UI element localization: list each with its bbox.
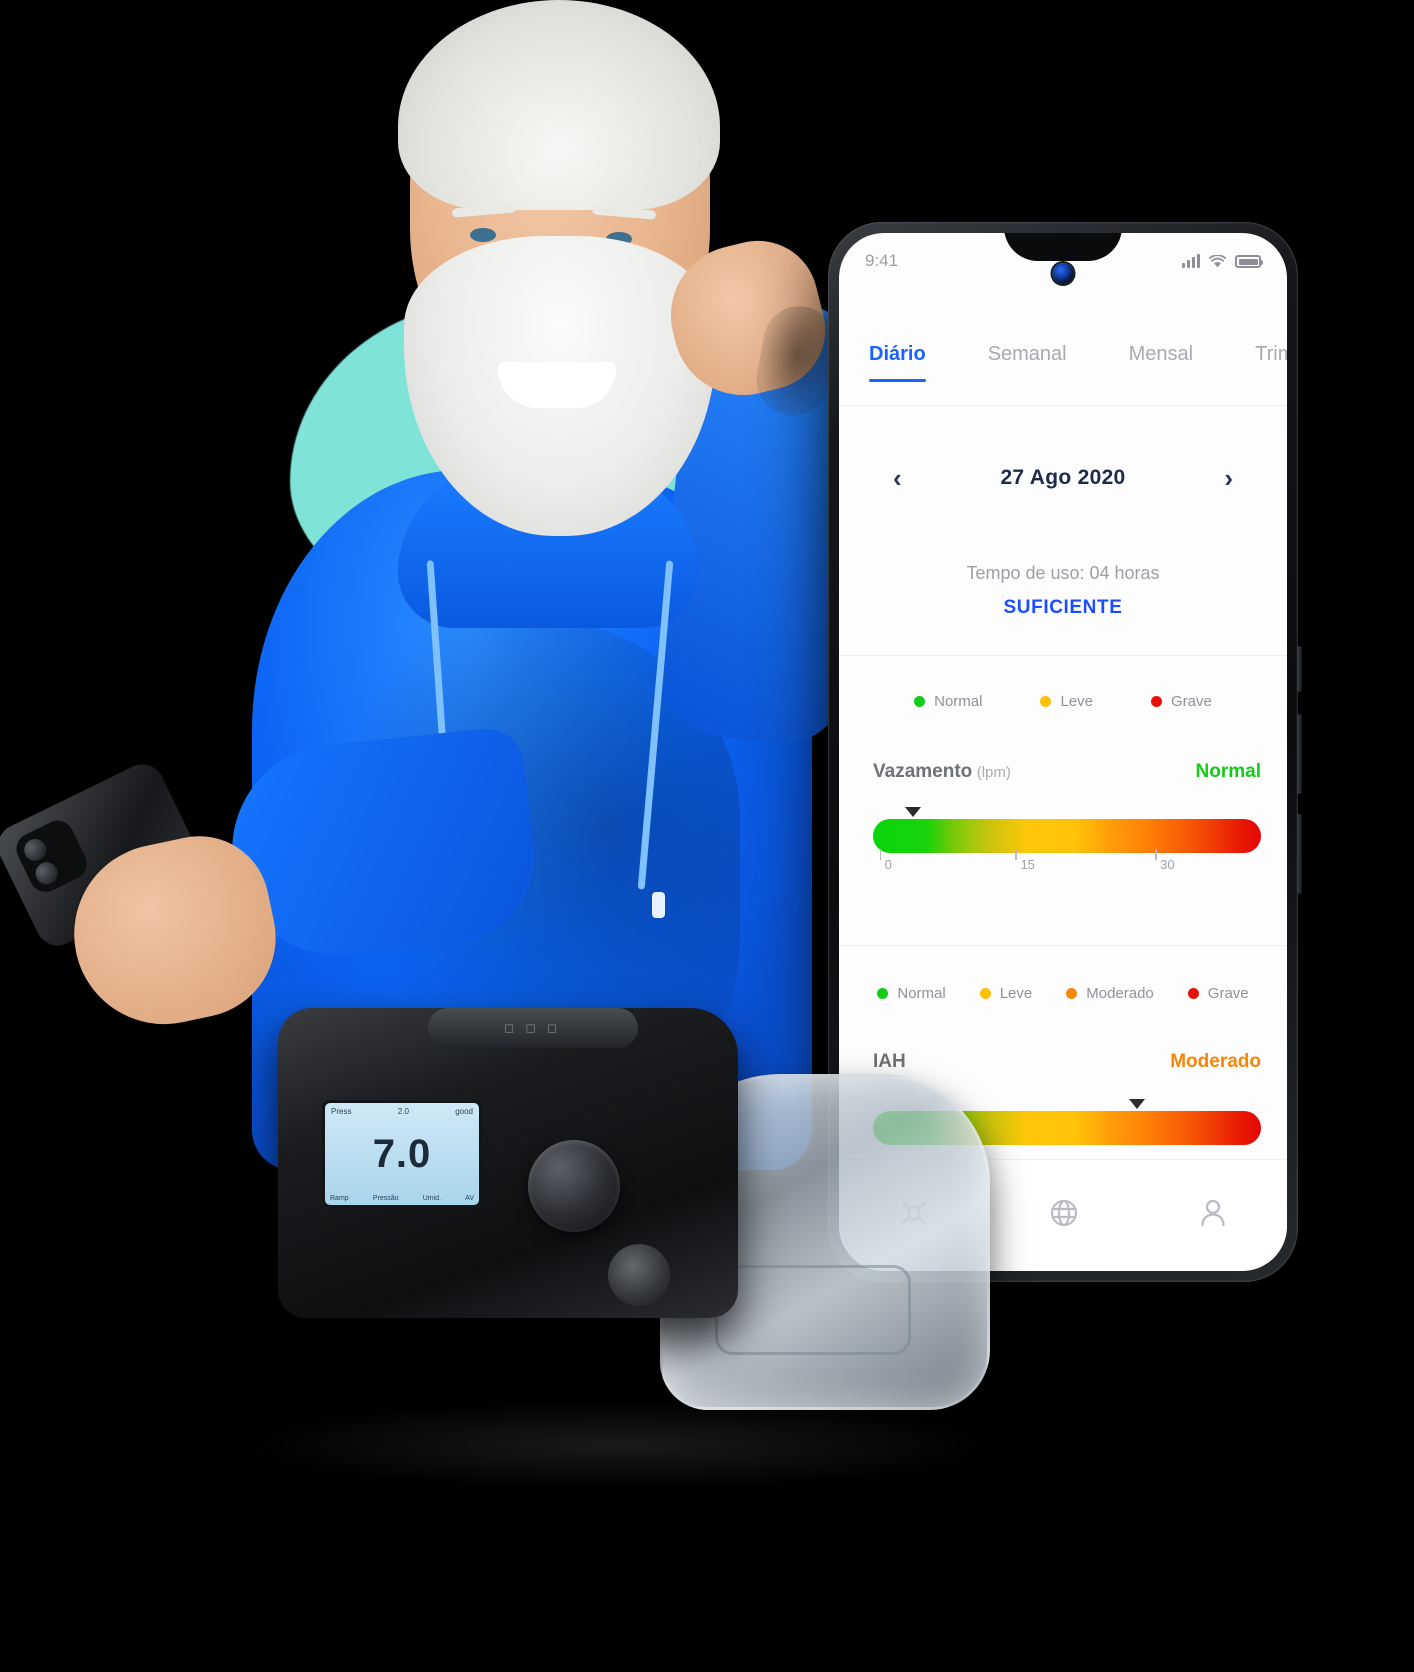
cpap-softkey-ramp: Ramp [330,1195,349,1202]
legend-dot-moderado [1066,988,1078,999]
legend-item-grave-2: Grave [1187,985,1249,1002]
legend-label-grave-2: Grave [1207,985,1249,1002]
status-time: 9:41 [865,251,899,270]
cpap-display-header: Press 2.0 good [331,1107,473,1116]
metric-title-vazamento: Vazamento (lpm) [873,761,1011,782]
cpap-pressure-value: 7.0 [372,1131,432,1176]
cpap-top-panel: □ □ □ [428,1008,638,1048]
legend-iah: Normal Leve Moderado Grave [839,985,1287,1002]
period-tabs: Diário Semanal Mensal Trimestral [839,343,1287,405]
legend-dot-normal-2 [877,988,889,999]
tick-30: 30 [1154,849,1175,872]
chevron-right-icon[interactable]: › [1224,465,1233,491]
hair [398,0,720,210]
phone-power-button[interactable] [1297,646,1302,692]
legend-dot-normal [914,696,926,707]
legend-item-leve: Leve [1040,693,1093,710]
status-bar: 9:41 [839,233,1287,289]
legend-label-moderado: Moderado [1086,985,1154,1002]
cpap-display-brand: good [455,1107,473,1116]
tab-diario[interactable]: Diário [869,343,926,382]
usage-status-badge: SUFICIENTE [1003,597,1123,618]
cpap-device: □ □ □ Press 2.0 good 7.0 Ramp Pressão Um… [278,1002,990,1432]
legend-item-normal-2: Normal [877,985,946,1002]
cpap-top-label: □ □ □ [505,1020,561,1036]
cellular-signal-icon [1182,254,1200,268]
metric-divider [839,945,1287,946]
date-navigator: ‹ 27 Ago 2020 › [839,465,1287,491]
device-ground-shadow [240,1400,1000,1490]
wifi-icon [1209,255,1226,268]
cpap-display-sub-value: 2.0 [397,1107,409,1116]
usage-divider [839,655,1287,656]
legend-label-normal: Normal [934,693,983,710]
legend-label-leve-2: Leve [999,985,1033,1002]
battery-icon [1235,255,1263,268]
gauge-marker-vazamento [905,807,921,817]
legend-label-normal-2: Normal [897,985,946,1002]
metric-header-vazamento: Vazamento (lpm) Normal [873,761,1261,783]
person-icon[interactable] [1199,1198,1227,1233]
tab-semanal[interactable]: Semanal [988,343,1067,382]
gauge-vazamento[interactable] [873,819,1261,853]
tab-mensal[interactable]: Mensal [1129,343,1193,382]
cpap-softkey-pressao: Pressão [372,1195,399,1202]
cpap-display-footer: Ramp Pressão Umid. AV [330,1195,474,1202]
legend-item-moderado: Moderado [1066,985,1154,1002]
scene-root: 9:41 Diário Semanal Mensal Trim ‹ 27 Ago… [0,0,1414,1672]
cpap-display: Press 2.0 good 7.0 Ramp Pressão Umid. AV [322,1100,482,1208]
legend-leak: Normal Leve Grave [839,693,1287,710]
gauge-ticks-vazamento: 0 15 30 [873,849,1261,883]
cpap-display-left-label: Press [331,1107,352,1116]
legend-label-leve: Leve [1060,693,1093,710]
drawstring-tip-right [652,892,665,918]
mouth [498,362,616,408]
legend-item-leve-2: Leve [979,985,1033,1002]
eye-left [470,228,496,242]
legend-dot-leve-2 [979,988,991,999]
tab-trimestral[interactable]: Trimestral [1255,343,1287,382]
tick-15: 15 [1015,849,1035,872]
legend-label-grave: Grave [1171,693,1212,710]
cpap-main-body: □ □ □ Press 2.0 good 7.0 Ramp Pressão Um… [278,1008,738,1318]
metric-value-iah: Moderado [1170,1051,1261,1072]
phone-volume-up-button[interactable] [1297,714,1302,794]
tabs-divider [839,405,1287,406]
globe-icon[interactable] [1049,1198,1079,1233]
usage-time-text: Tempo de uso: 04 horas [966,563,1160,583]
status-icons [1182,254,1263,268]
legend-dot-grave-2 [1187,988,1199,999]
brand-logo-icon [608,1244,670,1306]
gauge-marker-iah [1129,1099,1145,1109]
cpap-softkey-umid: Umid. [422,1195,441,1202]
metric-value-vazamento: Normal [1195,761,1261,782]
legend-dot-grave [1151,696,1162,707]
phone-camera-module-icon [11,815,93,898]
current-date-label: 27 Ago 2020 [1000,466,1126,489]
legend-item-grave: Grave [1151,693,1212,710]
legend-dot-leve [1040,696,1052,707]
cpap-softkey-av: AV [465,1195,474,1202]
chevron-left-icon[interactable]: ‹ [893,465,902,491]
phone-volume-down-button[interactable] [1297,814,1302,894]
control-knob-icon[interactable] [528,1140,620,1232]
tick-0: 0 [879,849,892,872]
legend-item-normal: Normal [914,693,982,710]
